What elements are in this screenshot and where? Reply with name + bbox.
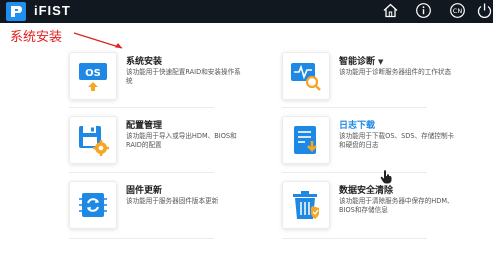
top-bar: iFIST CN	[0, 0, 493, 23]
divider	[69, 238, 214, 239]
card-firmware-update[interactable]: 固件更新 该功能用于服务器固件版本更新	[69, 181, 269, 236]
ifist-logo-icon	[6, 2, 26, 21]
language-cn-icon[interactable]: CN	[449, 2, 466, 19]
firmware-update-icon-box	[69, 181, 117, 229]
card-log-download[interactable]: 日志下载 该功能用于下载OS、SDS、存储控制卡和硬盘的日志	[282, 116, 482, 171]
divider	[69, 172, 214, 173]
chevron-down-icon[interactable]: ▼	[378, 58, 383, 66]
card-title: 数据安全清除	[339, 186, 394, 196]
secure-erase-icon	[293, 191, 319, 219]
log-download-icon	[294, 126, 317, 154]
card-description: 该功能用于导入或导出HDM、BIOS和RAID的配置	[126, 132, 237, 149]
card-description: 该功能用于快速配置RAID和安装操作系统	[126, 68, 241, 85]
card-title: 系统安装	[126, 57, 163, 67]
annotation-label: 系统安装	[10, 30, 63, 45]
hand-pointer-icon	[380, 170, 392, 184]
app-name: iFIST	[34, 3, 71, 18]
diagnosis-icon	[291, 63, 321, 91]
divider	[282, 107, 427, 108]
card-diagnosis[interactable]: 智能诊断 ▼ 该功能用于诊断服务器组件的工作状态	[282, 52, 482, 107]
language-label: CN	[453, 7, 463, 15]
card-description: 该功能用于诊断服务器组件的工作状态	[339, 68, 452, 76]
card-title: 日志下载	[339, 121, 376, 131]
diagnosis-icon-box	[282, 52, 330, 100]
card-secure-erase[interactable]: 数据安全清除 该功能用于清除服务器中保存的HDM、BIOS和存储信息	[282, 181, 482, 236]
card-description: 该功能用于清除服务器中保存的HDM、BIOS和存储信息	[339, 197, 454, 214]
config-icon	[79, 126, 109, 156]
power-icon[interactable]	[476, 2, 493, 19]
divider	[282, 172, 427, 173]
card-title: 智能诊断 ▼	[339, 54, 383, 67]
divider	[69, 107, 214, 108]
divider	[282, 238, 427, 239]
secure-erase-icon-box	[282, 181, 330, 229]
card-title: 固件更新	[126, 186, 163, 196]
annotation-arrow-icon	[73, 32, 123, 49]
card-os-install[interactable]: OS 系统安装 该功能用于快速配置RAID和安装操作系统	[69, 52, 269, 107]
card-description: 该功能用于服务器固件版本更新	[126, 197, 219, 205]
os-install-icon-box: OS	[69, 52, 117, 100]
os-install-icon: OS	[79, 63, 107, 91]
card-description: 该功能用于下载OS、SDS、存储控制卡和硬盘的日志	[339, 132, 455, 149]
card-title: 配置管理	[126, 121, 163, 131]
card-config[interactable]: 配置管理 该功能用于导入或导出HDM、BIOS和RAID的配置	[69, 116, 269, 171]
config-icon-box	[69, 116, 117, 164]
firmware-update-icon	[79, 193, 107, 217]
home-icon[interactable]	[382, 2, 399, 19]
card-title-text: 智能诊断	[339, 57, 376, 67]
info-icon[interactable]	[415, 2, 432, 19]
svg-text:OS: OS	[85, 68, 101, 79]
log-download-icon-box	[282, 116, 330, 164]
